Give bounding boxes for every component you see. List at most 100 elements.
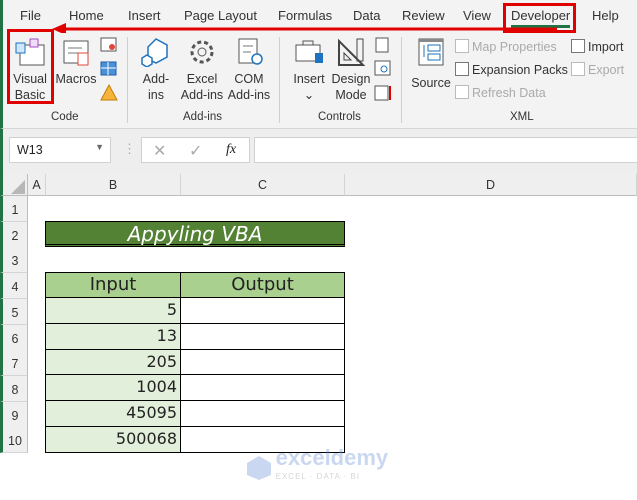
source-icon [418,38,444,66]
design-mode-label: Design [331,72,371,86]
tab-data[interactable]: Data [353,8,380,23]
watermark: exceldemy EXCEL · DATA · BI [246,447,388,484]
name-box[interactable]: W13 ▼ [9,137,111,163]
tab-home[interactable]: Home [69,8,104,23]
export-button[interactable]: Export [571,62,624,77]
source-label: Source [411,76,451,90]
tab-page-layout[interactable]: Page Layout [184,8,257,23]
import-label: Import [588,40,624,54]
divider [127,37,128,123]
excel-add-ins-label-2: Add-ins [180,88,224,102]
column-header-b[interactable]: B [46,174,181,196]
row-header-4[interactable]: 4 [0,273,28,300]
select-all-icon [11,180,25,194]
input-cell[interactable]: 5 [45,297,181,324]
output-cell[interactable] [180,400,345,428]
tab-review[interactable]: Review [402,8,445,23]
macros-icon [63,40,89,66]
row-header-6[interactable]: 6 [0,324,28,351]
design-mode-label-2: Mode [335,88,367,102]
com-add-ins-label: COM [234,72,264,86]
expansion-packs-button[interactable]: Expansion Packs [455,62,568,77]
export-icon [571,62,585,76]
visual-basic-highlight-box [7,29,54,104]
title-cell[interactable]: Appyling VBA [45,221,345,247]
watermark-name: exceldemy [275,445,389,470]
toolbox-icon [295,40,323,63]
group-label-xml: XML [510,111,534,123]
output-cell[interactable] [180,322,345,350]
com-add-ins-button[interactable]: COM Add-ins [226,37,272,103]
expansion-packs-label: Expansion Packs [472,63,568,77]
group-label-controls: Controls [318,111,361,123]
ribbon: Visual Basic Macros Code Add- ins Excel … [0,29,637,129]
design-mode-icon [338,38,366,66]
output-cell[interactable] [180,348,345,376]
group-label-add-ins: Add-ins [183,111,222,123]
tab-file[interactable]: File [20,8,41,23]
tab-view[interactable]: View [463,8,491,23]
tab-insert[interactable]: Insert [128,8,161,23]
refresh-data-button[interactable]: Refresh Data [455,85,546,100]
row-header-10[interactable]: 10 [0,427,28,454]
header-input[interactable]: Input [45,272,181,298]
row-header-1[interactable]: 1 [0,196,28,222]
formula-input[interactable] [254,137,637,163]
row-header-8[interactable]: 8 [0,375,28,402]
chevron-down-icon: ⌄ [303,88,315,102]
header-output[interactable]: Output [180,272,345,298]
drag-handle-icon[interactable]: ⋮ [123,141,136,157]
gear-icon [190,40,214,64]
macros-label: Macros [55,72,97,86]
design-mode-button[interactable]: Design Mode [330,37,372,103]
row-header-2[interactable]: 2 [0,221,28,248]
input-cell[interactable]: 1004 [45,374,181,402]
exceldemy-logo-icon [247,455,271,480]
fx-icon[interactable]: fx [226,142,236,158]
refresh-data-label: Refresh Data [472,86,546,100]
chevron-down-icon[interactable]: ▼ [95,142,104,152]
map-properties-button[interactable]: Map Properties [455,39,557,54]
column-header-c[interactable]: C [181,174,345,196]
import-icon [571,39,585,53]
macros-button[interactable]: Macros [55,37,97,87]
add-ins-label-2: ins [148,88,164,102]
insert-label: Insert [293,72,325,86]
map-properties-label: Map Properties [472,40,557,54]
watermark-tagline: EXCEL · DATA · BI [275,472,361,481]
add-ins-button[interactable]: Add- ins [137,37,175,103]
column-header-d[interactable]: D [345,174,637,196]
input-cell[interactable]: 500068 [45,426,181,453]
input-cell[interactable]: 205 [45,348,181,376]
excel-add-ins-button[interactable]: Excel Add-ins [179,37,225,103]
row-header-3[interactable]: 3 [0,247,28,274]
row-header-5[interactable]: 5 [0,298,28,325]
input-cell[interactable]: 45095 [45,400,181,428]
output-cell[interactable] [180,297,345,324]
output-cell[interactable] [180,374,345,402]
add-ins-label: Add- [142,72,170,86]
com-add-ins-icon [238,38,263,65]
select-all-button[interactable] [0,174,28,196]
tab-help[interactable]: Help [592,8,619,23]
tab-formulas[interactable]: Formulas [278,8,332,23]
row-header-7[interactable]: 7 [0,350,28,377]
column-header-a[interactable]: A [28,174,46,196]
add-ins-icon [141,38,168,68]
source-button[interactable]: Source [410,37,452,91]
name-box-value: W13 [17,143,43,157]
control-properties-icons[interactable] [374,37,392,103]
formula-bar-area: W13 ▼ ⋮ ✕ ✓ fx [0,129,637,174]
input-cell[interactable]: 13 [45,322,181,350]
divider [279,37,280,123]
row-header-9[interactable]: 9 [0,401,28,428]
insert-control-button[interactable]: Insert ⌄ [289,37,329,103]
check-icon[interactable]: ✓ [189,141,202,161]
excel-add-ins-label: Excel [186,72,218,86]
map-properties-icon [455,39,469,53]
export-label: Export [588,63,625,77]
group-label-code: Code [51,111,79,123]
record-macro-icons[interactable] [100,37,118,103]
cancel-icon[interactable]: ✕ [153,141,166,161]
import-button[interactable]: Import [571,39,623,54]
